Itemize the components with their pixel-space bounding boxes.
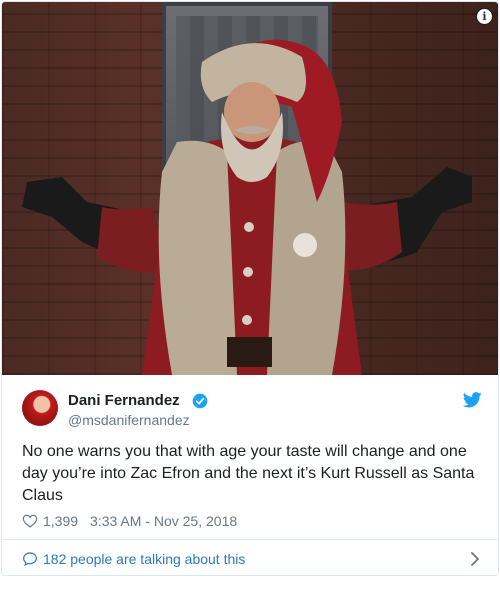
conversation-link[interactable]: 182 people are talking about this xyxy=(2,540,498,575)
info-icon[interactable]: i xyxy=(477,9,492,24)
heart-icon[interactable] xyxy=(22,513,38,529)
speech-bubble-icon xyxy=(23,551,37,566)
tweet-timestamp[interactable]: 3:33 AM - Nov 25, 2018 xyxy=(90,513,237,529)
twitter-bird-icon[interactable] xyxy=(463,392,482,408)
author-name[interactable]: Dani Fernandez xyxy=(68,392,180,409)
author-handle[interactable]: @msdanifernandez xyxy=(68,412,190,428)
tweet-meta: 1,399 3:33 AM - Nov 25, 2018 xyxy=(22,512,237,530)
avatar[interactable] xyxy=(22,390,58,426)
verified-badge-icon xyxy=(192,393,208,409)
like-count[interactable]: 1,399 xyxy=(43,513,78,529)
tweet-media-image[interactable]: i xyxy=(2,2,498,375)
embedded-tweet-card: i Dani Fernandez @msdanifernandez No one… xyxy=(1,1,499,576)
chevron-right-icon xyxy=(471,551,479,566)
conversation-label[interactable]: 182 people are talking about this xyxy=(43,551,470,567)
santa-figure xyxy=(22,39,472,375)
tweet-header: Dani Fernandez @msdanifernandez xyxy=(22,390,482,432)
tweet-text: No one warns you that with age your tast… xyxy=(22,443,475,504)
